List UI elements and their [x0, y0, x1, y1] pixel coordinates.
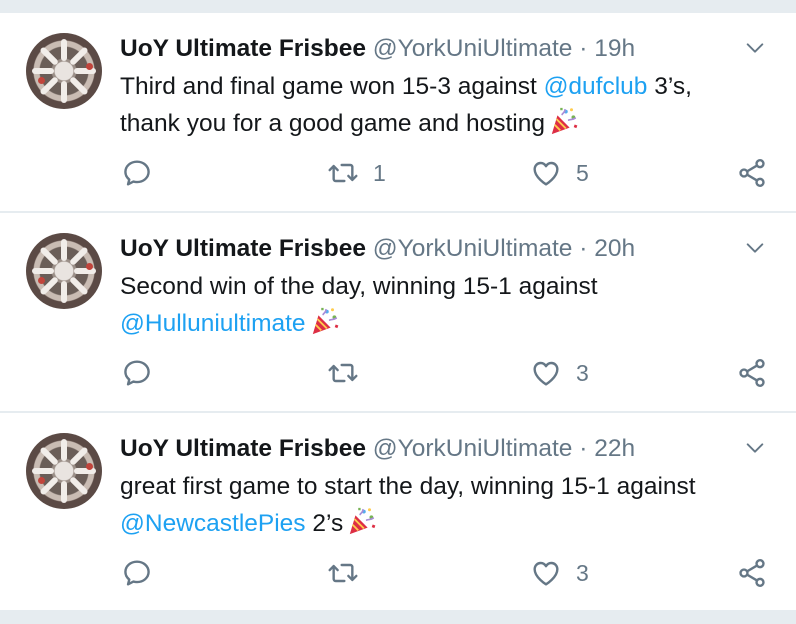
- top-divider: [0, 0, 796, 13]
- tweet-text-part: Second win of the day, winning 15-1 agai…: [120, 273, 598, 300]
- tweet-header: UoY Ultimate Frisbee @YorkUniUltimate · …: [120, 33, 635, 65]
- tweet[interactable]: UoY Ultimate Frisbee @YorkUniUltimate · …: [0, 213, 796, 413]
- share-icon: [736, 157, 768, 189]
- timeline-feed: UoY Ultimate Frisbee @YorkUniUltimate · …: [0, 0, 796, 624]
- timestamp[interactable]: 19h: [594, 35, 635, 62]
- tweet-text-part: great first game to start the day, winni…: [120, 473, 696, 500]
- retweet-icon: [327, 157, 359, 189]
- tweet[interactable]: UoY Ultimate Frisbee @YorkUniUltimate · …: [0, 413, 796, 610]
- user-handle[interactable]: @YorkUniUltimate: [373, 235, 573, 262]
- timestamp[interactable]: 20h: [594, 235, 635, 262]
- party-popper-icon: [549, 106, 579, 136]
- tweet-text-part: 3’s,: [647, 73, 692, 100]
- user-handle[interactable]: @YorkUniUltimate: [373, 435, 573, 462]
- tweet-header: UoY Ultimate Frisbee @YorkUniUltimate · …: [120, 433, 635, 465]
- chevron-down-icon[interactable]: [744, 437, 766, 459]
- retweet-icon: [327, 557, 359, 589]
- share-icon: [736, 557, 768, 589]
- heart-icon: [530, 557, 562, 589]
- tweet-actions: 1 5: [0, 151, 796, 195]
- reply-icon: [121, 157, 153, 189]
- like-button[interactable]: 3: [530, 351, 589, 395]
- tweet-text: Third and final game won 15-3 against @d…: [120, 68, 770, 142]
- retweet-button[interactable]: 1: [327, 151, 386, 195]
- display-name[interactable]: UoY Ultimate Frisbee: [120, 235, 366, 262]
- retweet-button[interactable]: [327, 351, 373, 395]
- like-count: 3: [576, 559, 589, 586]
- tweet-text: Second win of the day, winning 15-1 agai…: [120, 268, 770, 342]
- reply-button[interactable]: [121, 351, 153, 395]
- retweet-count: 1: [373, 159, 386, 186]
- reply-button[interactable]: [121, 151, 153, 195]
- reply-button[interactable]: [121, 551, 153, 595]
- reply-icon: [121, 557, 153, 589]
- heart-icon: [530, 357, 562, 389]
- user-handle[interactable]: @YorkUniUltimate: [373, 35, 573, 62]
- mention-link[interactable]: @NewcastlePies: [120, 510, 306, 537]
- mention-link[interactable]: @Hulluniultimate: [120, 310, 306, 337]
- avatar[interactable]: [26, 33, 102, 109]
- party-popper-icon: [310, 306, 340, 336]
- share-button[interactable]: [736, 351, 768, 395]
- chevron-down-icon[interactable]: [744, 237, 766, 259]
- tweet-text: great first game to start the day, winni…: [120, 468, 770, 542]
- tweet[interactable]: UoY Ultimate Frisbee @YorkUniUltimate · …: [0, 13, 796, 213]
- chevron-down-icon[interactable]: [744, 37, 766, 59]
- share-button[interactable]: [736, 151, 768, 195]
- separator: ·: [579, 435, 588, 462]
- reply-icon: [121, 357, 153, 389]
- tweet-text-part: thank you for a good game and hosting: [120, 110, 545, 137]
- party-popper-icon: [347, 506, 377, 536]
- tweet-text-part: 2’s: [305, 510, 344, 537]
- avatar[interactable]: [26, 433, 102, 509]
- separator: ·: [579, 235, 588, 262]
- like-count: 5: [576, 159, 589, 186]
- mention-link[interactable]: @dufclub: [544, 73, 648, 100]
- retweet-icon: [327, 357, 359, 389]
- share-icon: [736, 357, 768, 389]
- timestamp[interactable]: 22h: [594, 435, 635, 462]
- tweet-actions: 3: [0, 351, 796, 395]
- display-name[interactable]: UoY Ultimate Frisbee: [120, 435, 366, 462]
- like-button[interactable]: 3: [530, 551, 589, 595]
- tweet-header: UoY Ultimate Frisbee @YorkUniUltimate · …: [120, 233, 635, 265]
- separator: ·: [579, 35, 588, 62]
- avatar[interactable]: [26, 233, 102, 309]
- tweet-actions: 3: [0, 551, 796, 595]
- bottom-divider: [0, 610, 796, 624]
- tweet-text-part: Third and final game won 15-3 against: [120, 73, 544, 100]
- display-name[interactable]: UoY Ultimate Frisbee: [120, 35, 366, 62]
- like-count: 3: [576, 359, 589, 386]
- like-button[interactable]: 5: [530, 151, 589, 195]
- share-button[interactable]: [736, 551, 768, 595]
- retweet-button[interactable]: [327, 551, 373, 595]
- heart-icon: [530, 157, 562, 189]
